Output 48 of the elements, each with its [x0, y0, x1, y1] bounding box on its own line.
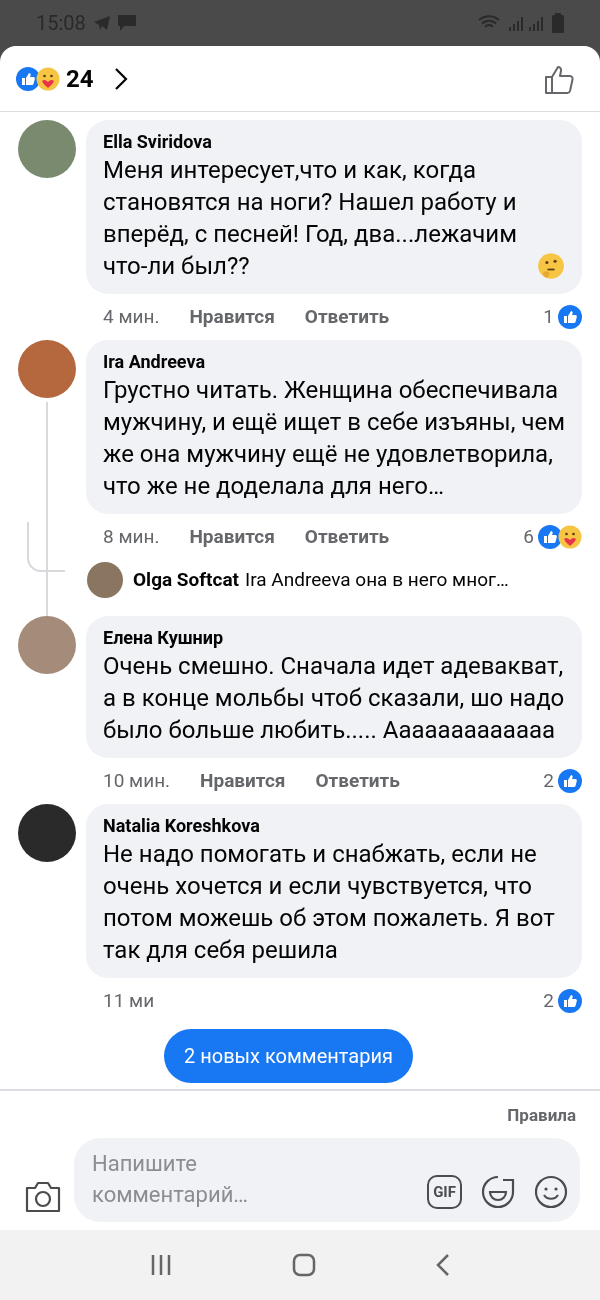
like-reaction-icon — [538, 525, 562, 549]
comment-text: Не надо помогать и снабжать, если не очень хочется и если чувствуется, что потом можешь об этом пожалеть. Я вот так для себя решила — [103, 839, 556, 966]
gif-button[interactable]: GIF — [427, 1175, 462, 1209]
comment-author[interactable]: Ella Sviridova — [103, 130, 565, 154]
avatar[interactable] — [18, 804, 76, 862]
reaction-count[interactable]: 1 — [543, 302, 554, 332]
comment-time: 8 мин. — [103, 523, 160, 550]
like-link[interactable]: Нравится — [200, 766, 286, 796]
send-icon — [93, 16, 110, 30]
home-icon[interactable] — [292, 1253, 316, 1277]
reaction-count[interactable]: 6 — [523, 522, 534, 552]
signal-icon — [508, 15, 544, 31]
reply-link[interactable]: Ответить — [315, 766, 400, 796]
comment-input[interactable]: Напишите комментарий… GIF — [74, 1138, 580, 1222]
comment-time: 10 мин. — [103, 767, 171, 794]
chevron-right-icon[interactable] — [113, 66, 128, 91]
reply-link[interactable]: Ответить — [304, 522, 390, 552]
reaction-total[interactable]: 24 — [66, 60, 94, 97]
comment-author[interactable]: Ira Andreeva — [103, 350, 565, 374]
back-icon[interactable] — [436, 1253, 450, 1277]
comment-time: 11 ми — [103, 987, 155, 1014]
sticker-icon[interactable] — [480, 1174, 516, 1210]
reply-text: Ira Andreeva она в него мног… — [245, 567, 509, 591]
chat-icon — [117, 15, 136, 31]
camera-icon[interactable] — [24, 1180, 62, 1214]
like-reaction-icon — [558, 769, 582, 793]
like-link[interactable]: Нравится — [189, 302, 275, 332]
hug-reaction-icon — [36, 66, 60, 91]
comment-author[interactable]: Natalia Koreshkova — [103, 814, 565, 838]
rules-link[interactable]: Правила — [507, 1102, 576, 1128]
reaction-count[interactable]: 2 — [543, 986, 554, 1016]
comment-text: Грустно читать. Женщина обеспечивала мужчину, и ещё ищет в себе изъяны, чем же она мужчину ещё не удовлетворила, что же не доделала для него… — [103, 375, 565, 502]
recent-apps-icon[interactable] — [150, 1254, 172, 1276]
like-reaction-icon — [16, 66, 40, 91]
comment-time: 4 мин. — [103, 303, 160, 330]
comment-author[interactable]: Елена Кушнир — [103, 626, 565, 650]
comment-text: Очень смешно. Сначала идет адевакват, а в конце мольбы чтоб сказали, шо надо было больше любить..... Ааааааааааааа — [103, 651, 565, 746]
like-reaction-icon — [558, 989, 582, 1013]
reply-link[interactable]: Ответить — [304, 302, 390, 332]
reply-author[interactable]: Olga Softcat — [133, 567, 240, 591]
comment-text: Меня интересует,что и как, когда становятся на ноги? Нашел работу и вперёд, с песней! Год, два...лежачим что-ли был?? — [103, 155, 519, 282]
new-comments-button[interactable]: 2 новых комментария — [164, 1028, 413, 1083]
battery-icon — [552, 13, 564, 33]
like-reaction-icon — [558, 305, 582, 329]
emoji-icon[interactable] — [534, 1175, 568, 1209]
reaction-count[interactable]: 2 — [543, 766, 554, 796]
hug-reaction-icon — [558, 525, 582, 549]
like-link[interactable]: Нравится — [189, 522, 275, 552]
